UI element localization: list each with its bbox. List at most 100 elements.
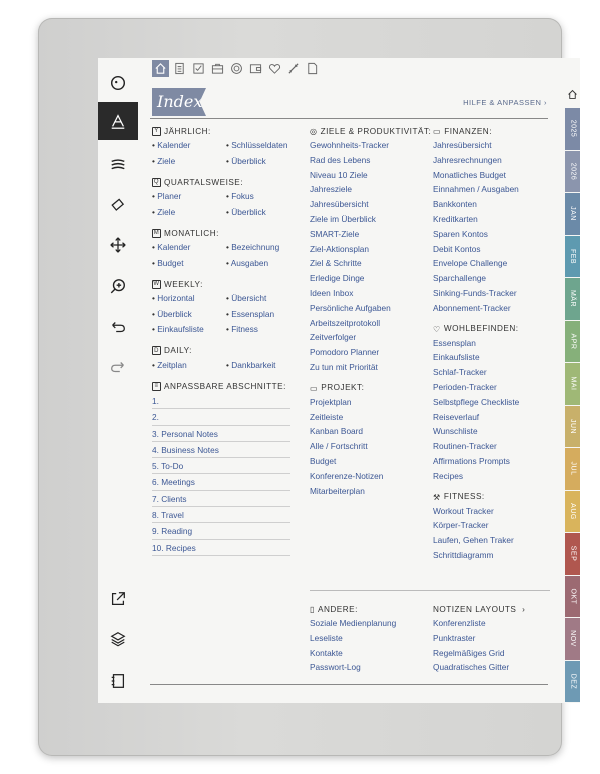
link-kalender[interactable]: Kalender <box>152 138 226 153</box>
timer-icon[interactable] <box>98 64 138 102</box>
custom-section-10[interactable]: 10. Recipes <box>152 540 290 556</box>
link-ziele[interactable]: Ziele <box>152 154 226 169</box>
link-item[interactable]: Projektplan <box>310 395 431 410</box>
link-item[interactable]: Ziel & Schritte <box>310 256 431 271</box>
menu-icon[interactable] <box>98 146 138 184</box>
link-item[interactable]: Monatliches Budget <box>433 168 519 183</box>
link-fitness[interactable]: Fitness <box>226 322 306 337</box>
notebook-icon[interactable] <box>98 662 138 700</box>
tab-mai[interactable]: MAI <box>565 363 580 405</box>
link-item[interactable]: Sparchallenge <box>433 271 519 286</box>
link-item[interactable]: Leseliste <box>310 631 396 646</box>
move-icon[interactable] <box>98 226 138 264</box>
link-item[interactable]: Envelope Challenge <box>433 256 519 271</box>
link-item[interactable]: Affirmations Prompts <box>433 454 519 469</box>
link-ueberblick[interactable]: Überblick <box>152 307 226 322</box>
link-essensplan[interactable]: Essensplan <box>226 307 306 322</box>
link-item[interactable]: Regelmäßiges Grid <box>433 646 525 661</box>
custom-section-6[interactable]: 6. Meetings <box>152 474 290 491</box>
link-planer[interactable]: Planer <box>152 189 226 204</box>
link-item[interactable]: Sinking-Funds-Tracker <box>433 286 519 301</box>
link-item[interactable]: Punktraster <box>433 631 525 646</box>
tab-mär[interactable]: MÄR <box>565 278 580 320</box>
link-item[interactable]: Budget <box>310 454 431 469</box>
link-item[interactable]: Ziele im Überblick <box>310 212 431 227</box>
link-item[interactable]: SMART-Ziele <box>310 227 431 242</box>
link-item[interactable]: Körper-Tracker <box>433 518 519 533</box>
link-item[interactable]: Essensplan <box>433 336 519 351</box>
link-item[interactable]: Sparen Kontos <box>433 227 519 242</box>
link-item[interactable]: Perioden-Tracker <box>433 380 519 395</box>
link-fokus[interactable]: Fokus <box>226 189 306 204</box>
link-item[interactable]: Mitarbeiterplan <box>310 484 431 499</box>
tab-feb[interactable]: FEB <box>565 235 580 277</box>
checkbox-icon[interactable] <box>190 60 207 77</box>
share-icon[interactable] <box>98 580 138 618</box>
link-item[interactable]: Jahresübersicht <box>433 138 519 153</box>
link-item[interactable]: Ziel-Aktionsplan <box>310 242 431 257</box>
link-item[interactable]: Konferenze-Notizen <box>310 469 431 484</box>
link-item[interactable]: Recipes <box>433 469 519 484</box>
layers-icon[interactable] <box>98 620 138 658</box>
link-item[interactable]: Zeitleiste <box>310 410 431 425</box>
list-icon[interactable] <box>171 60 188 77</box>
link-item[interactable]: Schlaf-Tracker <box>433 365 519 380</box>
link-item[interactable]: Alle / Fortschritt <box>310 439 431 454</box>
link-ziele[interactable]: Ziele <box>152 205 226 220</box>
link-item[interactable]: Jahresziele <box>310 182 431 197</box>
link-item[interactable]: Reiseverlauf <box>433 410 519 425</box>
link-uebersicht[interactable]: Übersicht <box>226 291 306 306</box>
custom-section-2[interactable]: 2. <box>152 409 290 426</box>
link-item[interactable]: Persönliche Aufgaben <box>310 301 431 316</box>
heart-icon[interactable] <box>266 60 283 77</box>
custom-section-4[interactable]: 4. Business Notes <box>152 442 290 459</box>
link-item[interactable]: Zeitverfolger <box>310 330 431 345</box>
fitness-icon[interactable] <box>285 60 302 77</box>
link-kalender[interactable]: Kalender <box>152 240 226 255</box>
tab-sep[interactable]: SEP <box>565 533 580 575</box>
link-item[interactable]: Arbeitszeitprotokoll <box>310 316 431 331</box>
link-item[interactable]: Soziale Medienplanung <box>310 616 396 631</box>
link-item[interactable]: Laufen, Gehen Traker <box>433 533 519 548</box>
tab-jul[interactable]: JUL <box>565 448 580 490</box>
link-item[interactable]: Selbstpflege Checkliste <box>433 395 519 410</box>
link-budget[interactable]: Budget <box>152 256 226 271</box>
tab-2025[interactable]: 2025 <box>565 108 580 150</box>
help-link[interactable]: HILFE & ANPASSEN › <box>463 98 547 107</box>
link-item[interactable]: Routinen-Tracker <box>433 439 519 454</box>
link-horizontal[interactable]: Horizontal <box>152 291 226 306</box>
tab-aug[interactable]: AUG <box>565 490 580 532</box>
link-item[interactable]: Einnahmen / Ausgaben <box>433 182 519 197</box>
link-ueberblick[interactable]: Überblick <box>226 205 306 220</box>
custom-section-5[interactable]: 5. To-Do <box>152 458 290 475</box>
notes-layouts-link[interactable]: NOTIZEN LAYOUTS › <box>433 602 525 616</box>
home-icon[interactable] <box>152 60 169 77</box>
pen-icon[interactable] <box>98 102 138 140</box>
tab-nov[interactable]: NOV <box>565 618 580 660</box>
custom-section-1[interactable]: 1. <box>152 393 290 410</box>
tab-jan[interactable]: JAN <box>565 193 580 235</box>
link-item[interactable]: Zu tun mit Priorität <box>310 360 431 375</box>
briefcase-icon[interactable] <box>209 60 226 77</box>
link-item[interactable]: Quadratisches Gitter <box>433 660 525 675</box>
wallet-icon[interactable] <box>247 60 264 77</box>
link-ueberblick[interactable]: Überblick <box>226 154 306 169</box>
link-item[interactable]: Wunschliste <box>433 424 519 439</box>
link-item[interactable]: Erledige Dinge <box>310 271 431 286</box>
tab-2026[interactable]: 2026 <box>565 150 580 192</box>
link-schluesseldaten[interactable]: Schlüsseldaten <box>226 138 306 153</box>
link-item[interactable]: Jahresrechnungen <box>433 153 519 168</box>
link-item[interactable]: Pomodoro Planner <box>310 345 431 360</box>
home-icon[interactable] <box>565 86 580 102</box>
link-item[interactable]: Kreditkarten <box>433 212 519 227</box>
link-item[interactable]: Ideen Inbox <box>310 286 431 301</box>
custom-section-9[interactable]: 9. Reading <box>152 523 290 540</box>
link-item[interactable]: Jahresübersicht <box>310 197 431 212</box>
link-item[interactable]: Gewohnheits-Tracker <box>310 138 431 153</box>
custom-section-7[interactable]: 7. Clients <box>152 491 290 508</box>
link-item[interactable]: Einkaufsliste <box>433 350 519 365</box>
link-item[interactable]: Debit Kontos <box>433 242 519 257</box>
custom-section-3[interactable]: 3. Personal Notes <box>152 426 290 442</box>
link-item[interactable]: Abonnement-Tracker <box>433 301 519 316</box>
link-dankbarkeit[interactable]: Dankbarkeit <box>226 358 306 373</box>
